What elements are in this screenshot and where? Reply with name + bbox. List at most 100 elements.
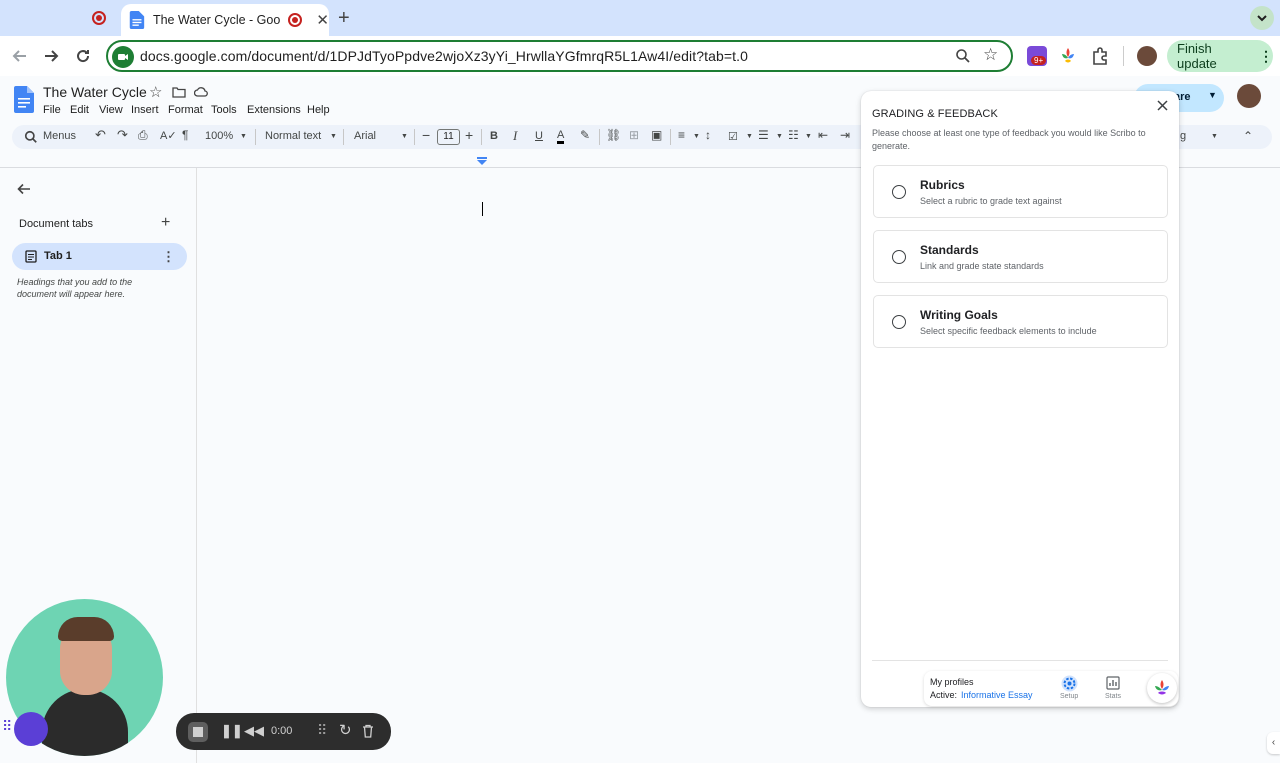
menu-view[interactable]: View [99,104,123,116]
back-arrow-icon[interactable] [16,181,32,197]
move-folder-icon[interactable] [172,86,186,98]
underline-icon[interactable]: U [535,130,543,142]
radio-button[interactable] [892,315,906,329]
sidebar-item-tab-1[interactable]: Tab 1 ⋮ [12,243,187,270]
zoom-select[interactable]: 100% [205,130,233,142]
tab-label: Tab 1 [44,250,72,262]
text-cursor [482,202,483,216]
forward-icon[interactable] [41,46,61,66]
puzzle-icon[interactable] [1090,46,1110,66]
docs-logo-icon[interactable] [14,86,34,113]
finish-update-button[interactable]: Finish update ⋮ [1167,40,1273,72]
scribo-logo-icon [1155,680,1169,695]
restart-icon[interactable]: ↻ [339,721,352,739]
share-dropdown-icon[interactable]: ▼ [1208,90,1217,100]
style-select[interactable]: Normal text [265,130,321,142]
menu-help[interactable]: Help [307,104,330,116]
paint-format-icon[interactable]: ¶ [182,128,188,142]
trash-icon[interactable] [362,724,374,738]
bullet-list-icon[interactable]: ☰ [758,128,769,142]
menu-insert[interactable]: Insert [131,104,159,116]
stats-chart-icon[interactable] [1106,676,1120,690]
tab-title: The Water Cycle - Google [152,13,281,27]
editing-mode-partial[interactable]: g [1180,130,1186,142]
increase-indent-icon[interactable]: ⇥ [840,128,850,142]
print-icon[interactable]: ⎙ [138,128,148,143]
pause-icon[interactable]: ❚❚ [221,723,243,739]
decrease-font-size-icon[interactable]: − [422,127,430,143]
reload-icon[interactable] [73,46,93,66]
stop-button[interactable] [188,722,208,742]
italic-icon[interactable]: I [513,128,517,144]
profile-avatar[interactable] [1137,46,1157,66]
address-bar[interactable]: docs.google.com/document/d/1DPJdTyoPpdve… [106,40,1013,72]
rubrics-option[interactable]: Rubrics Select a rubric to grade text ag… [873,165,1168,218]
font-size-input[interactable]: 11 [437,129,460,145]
insert-image-icon[interactable]: ▣ [651,128,662,142]
writing-goals-option[interactable]: Writing Goals Select specific feedback e… [873,295,1168,348]
radio-button[interactable] [892,250,906,264]
text-color-icon[interactable]: A [557,130,565,144]
bold-icon[interactable]: B [490,130,498,142]
panel-description: Please choose at least one type of feedb… [872,128,1146,151]
chevron-down-icon: ▼ [693,133,700,140]
document-title[interactable]: The Water Cycle [43,84,147,100]
chevron-down-icon: ▼ [330,133,337,140]
scribo-extension-icon[interactable] [1058,46,1078,66]
recording-icon [288,13,303,27]
decrease-indent-icon[interactable]: ⇤ [818,128,828,142]
rewind-icon[interactable]: ◀◀ [244,723,264,739]
drag-handle-icon[interactable]: ⠿ [2,718,12,735]
spellcheck-icon[interactable]: A✓ [160,129,177,142]
line-spacing-icon[interactable]: ↕ [705,128,711,142]
back-icon[interactable] [10,46,30,66]
expand-side-panel-icon[interactable]: ‹ [1267,732,1280,754]
tab-search-button[interactable] [1250,6,1274,30]
star-icon[interactable]: ☆ [149,83,162,101]
site-info-icon[interactable] [112,46,134,68]
chevron-down-icon: ▼ [776,133,783,140]
more-vert-icon[interactable]: ⋮ [162,249,175,265]
chevron-up-icon[interactable]: ⌃ [1243,129,1253,143]
close-tab-icon[interactable]: ✕ [316,11,329,29]
my-profiles-label[interactable]: My profiles [930,677,974,687]
link-icon[interactable]: ⛓ [606,128,621,142]
scribo-launcher-button[interactable] [1147,673,1177,703]
increase-font-size-icon[interactable]: + [465,127,473,143]
standards-option[interactable]: Standards Link and grade state standards [873,230,1168,283]
radio-button[interactable] [892,185,906,199]
menu-extensions[interactable]: Extensions [247,104,301,116]
numbered-list-icon[interactable]: ☷ [788,128,799,142]
ruler-indent-marker[interactable] [477,157,487,166]
search-icon[interactable] [24,130,38,144]
grid-icon[interactable]: ⠿ [317,722,327,739]
redo-icon[interactable]: ↷ [117,127,128,143]
menu-file[interactable]: File [43,104,61,116]
align-icon[interactable]: ≡ [678,128,685,142]
docs-favicon-icon [129,11,145,29]
setup-gear-icon[interactable] [1061,675,1078,692]
menu-tools[interactable]: Tools [211,104,237,116]
inactive-tab[interactable] [0,4,120,36]
account-avatar[interactable] [1237,84,1261,108]
undo-icon[interactable]: ↶ [95,127,106,143]
option-title: Writing Goals [920,308,998,322]
active-profile-link[interactable]: Informative Essay [961,690,1033,700]
option-description: Select a rubric to grade text against [920,196,1062,206]
menu-format[interactable]: Format [168,104,203,116]
menus-search[interactable]: Menus [43,130,76,142]
close-icon[interactable] [1157,100,1168,111]
checklist-icon[interactable]: ☑ [728,130,738,143]
highlight-icon[interactable]: ✎ [580,128,590,142]
extension-badge: 9+ [1031,56,1047,65]
recorder-logo[interactable] [14,712,48,746]
zoom-icon[interactable] [955,48,971,64]
menu-edit[interactable]: Edit [70,104,89,116]
plus-icon[interactable]: + [338,7,350,30]
font-select[interactable]: Arial [354,130,376,142]
add-comment-icon[interactable]: ⊞ [629,128,639,142]
option-title: Rubrics [920,178,965,192]
add-tab-icon[interactable]: + [161,214,170,232]
bookmark-star-icon[interactable]: ☆ [983,45,998,65]
active-tab[interactable]: The Water Cycle - Google ✕ [121,4,329,36]
